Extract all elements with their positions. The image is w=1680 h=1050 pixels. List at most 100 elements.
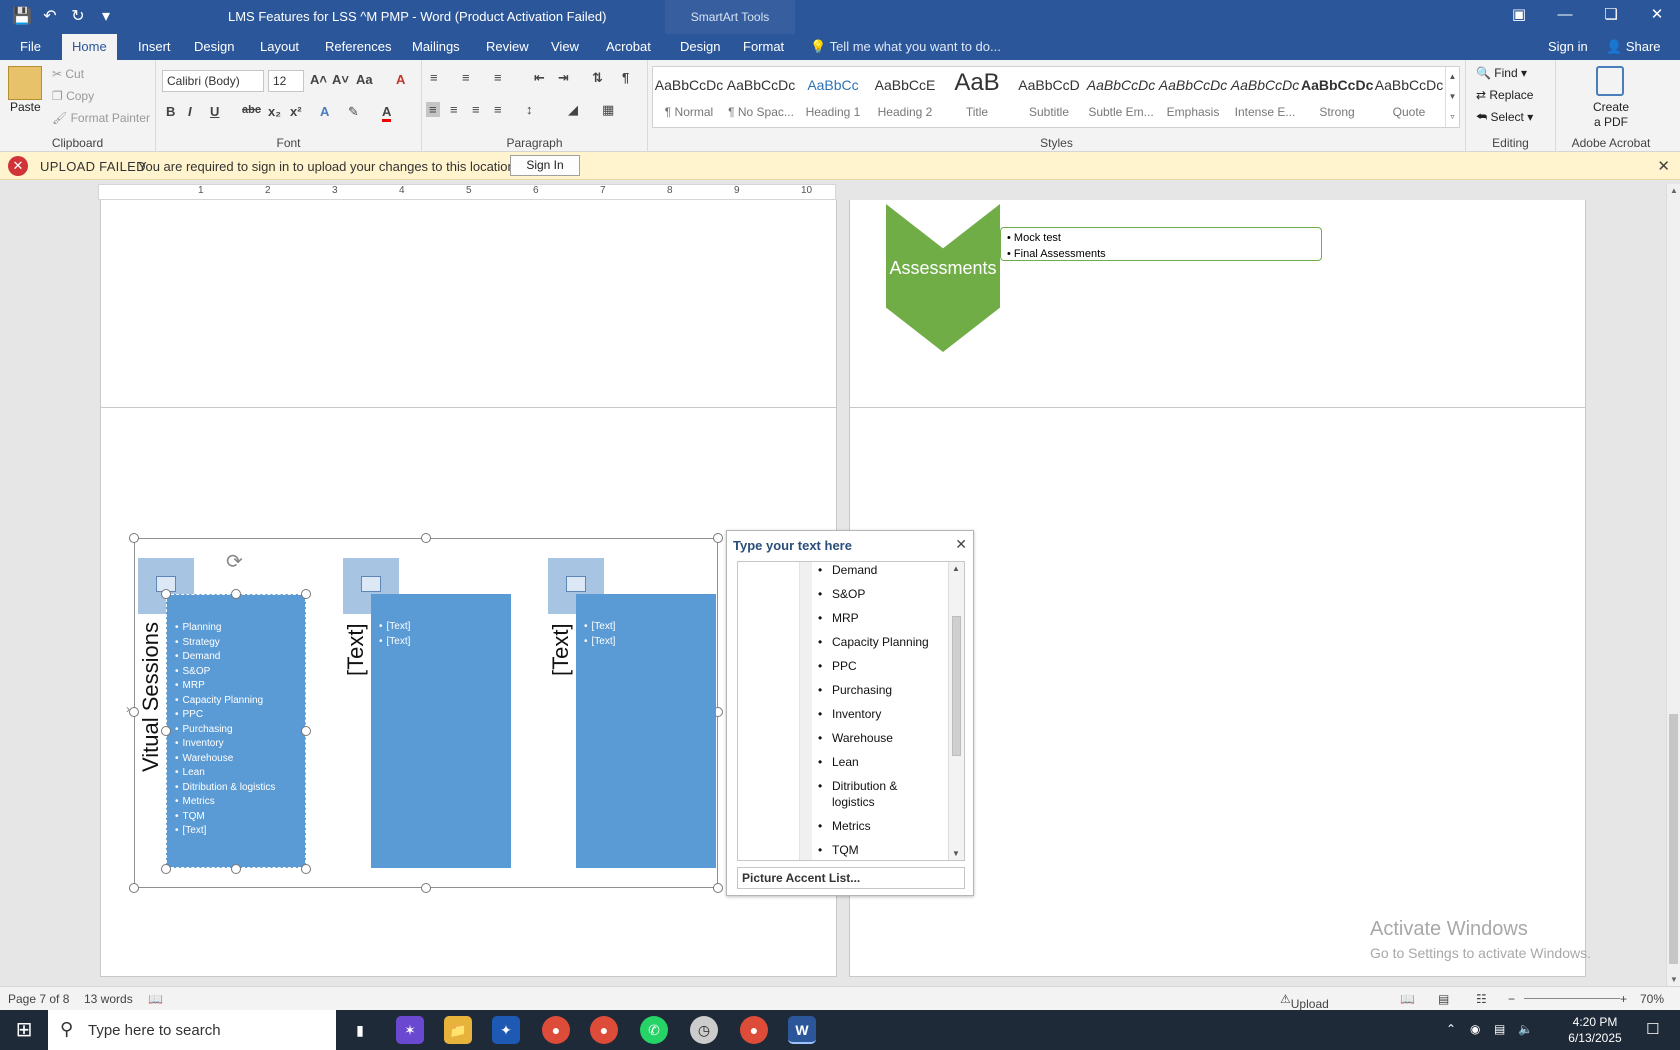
- share-button[interactable]: 👤 Share: [1606, 34, 1661, 60]
- close-message-icon[interactable]: ✕: [1657, 157, 1670, 175]
- sign-in-button[interactable]: Sign In: [510, 155, 580, 176]
- tab-home[interactable]: Home: [62, 34, 117, 60]
- task-view-icon[interactable]: ▮: [346, 1016, 374, 1044]
- list-item[interactable]: S&OP: [175, 665, 275, 680]
- list-item[interactable]: Ditribution & logistics: [818, 778, 942, 810]
- style-gallery-item[interactable]: AaBbCcDc Strong: [1301, 67, 1373, 127]
- smartart-column-body[interactable]: [Text][Text]: [371, 594, 511, 868]
- shading-icon[interactable]: ◢: [568, 102, 578, 118]
- style-gallery-item[interactable]: AaBbCcDc Intense E...: [1229, 67, 1301, 127]
- list-item[interactable]: Planning: [175, 621, 275, 636]
- style-gallery-item[interactable]: AaBbCc Heading 1: [797, 67, 869, 127]
- clear-formatting-icon[interactable]: A: [396, 72, 405, 87]
- numbering-icon[interactable]: ≡: [462, 70, 470, 85]
- assessments-bullet-box[interactable]: • Mock test • Final Assessments: [1000, 227, 1322, 261]
- redo-icon[interactable]: ↻: [66, 5, 90, 29]
- list-item[interactable]: Warehouse: [175, 752, 275, 767]
- replace-button[interactable]: ⇄ Replace: [1476, 88, 1533, 102]
- borders-icon[interactable]: ▦: [602, 102, 614, 118]
- tab-insert[interactable]: Insert: [128, 34, 181, 60]
- tray-chevron-icon[interactable]: ⌃: [1446, 1022, 1456, 1036]
- list-item[interactable]: [Text]: [584, 635, 616, 650]
- tell-me-search[interactable]: 💡 Tell me what you want to do...: [810, 34, 1001, 60]
- create-pdf-button[interactable]: Create a PDF: [1586, 100, 1636, 130]
- resize-handle[interactable]: [129, 533, 139, 543]
- word-count[interactable]: 13 words: [84, 992, 133, 1006]
- clock-app-icon[interactable]: ◷: [690, 1016, 718, 1044]
- close-text-pane-icon[interactable]: ✕: [955, 536, 967, 553]
- underline-button[interactable]: U: [210, 104, 219, 119]
- zoom-slider[interactable]: [1524, 998, 1620, 999]
- tab-design[interactable]: Design: [184, 34, 244, 60]
- increase-indent-icon[interactable]: ⇥: [558, 70, 569, 86]
- layout-name-link[interactable]: Picture Accent List...: [737, 867, 965, 889]
- sort-icon[interactable]: ⇅: [592, 70, 603, 86]
- grow-font-icon[interactable]: A˄: [310, 72, 327, 87]
- list-item[interactable]: [Text]: [175, 824, 275, 839]
- find-button[interactable]: 🔍 Find ▾: [1476, 66, 1527, 80]
- read-mode-icon[interactable]: 📖: [1400, 992, 1415, 1006]
- multilevel-list-icon[interactable]: ≡: [494, 70, 502, 85]
- font-color-icon[interactable]: A: [382, 104, 392, 122]
- ribbon-display-options-icon[interactable]: ▣: [1496, 0, 1542, 30]
- zoom-out-icon[interactable]: −: [1508, 992, 1515, 1006]
- list-item[interactable]: Lean: [175, 766, 275, 781]
- meet-icon[interactable]: ◉: [1470, 1022, 1480, 1036]
- style-gallery-item[interactable]: AaBbCcD Subtitle: [1013, 67, 1085, 127]
- file-explorer-icon[interactable]: 📁: [444, 1016, 472, 1044]
- copy-button[interactable]: ❐ Copy: [52, 89, 94, 103]
- align-right-icon[interactable]: ≡: [472, 102, 480, 117]
- tab-review[interactable]: Review: [476, 34, 539, 60]
- resize-handle[interactable]: [161, 864, 171, 874]
- font-size-combo[interactable]: 12: [268, 70, 304, 92]
- list-item[interactable]: TQM: [175, 810, 275, 825]
- web-layout-icon[interactable]: ☷: [1476, 992, 1487, 1006]
- resize-handle[interactable]: [231, 589, 241, 599]
- chrome-icon[interactable]: ●: [740, 1016, 768, 1044]
- bold-button[interactable]: B: [166, 104, 175, 119]
- text-pane-toggle-icon[interactable]: ›: [126, 702, 130, 716]
- rotate-handle-icon[interactable]: ⟳: [226, 549, 243, 574]
- scroll-up-icon[interactable]: ▲: [952, 564, 960, 573]
- taskbar-search[interactable]: ⚲ Type here to search: [48, 1010, 336, 1050]
- style-gallery-item[interactable]: AaBbCcDc ¶ No Spac...: [725, 67, 797, 127]
- cut-button[interactable]: ✂ Cut: [52, 67, 84, 81]
- undo-icon[interactable]: ↶: [38, 5, 62, 29]
- font-name-combo[interactable]: Calibri (Body): [162, 70, 264, 92]
- save-icon[interactable]: 💾: [10, 5, 34, 29]
- resize-handle[interactable]: [161, 589, 171, 599]
- zoom-level[interactable]: 70%: [1640, 992, 1664, 1006]
- italic-button[interactable]: I: [188, 104, 192, 119]
- resize-handle[interactable]: [301, 864, 311, 874]
- style-gallery-item[interactable]: AaBbCcDc Subtle Em...: [1085, 67, 1157, 127]
- align-center-icon[interactable]: ≡: [450, 102, 458, 117]
- print-layout-icon[interactable]: ▤: [1438, 992, 1449, 1006]
- show-marks-icon[interactable]: ¶: [622, 70, 629, 85]
- paste-icon[interactable]: [8, 66, 42, 100]
- smartart-column-body[interactable]: [Text][Text]: [576, 594, 716, 868]
- list-item[interactable]: Demand: [818, 562, 942, 578]
- list-item[interactable]: Inventory: [818, 706, 942, 722]
- tab-smartart-format[interactable]: Format: [733, 34, 794, 60]
- chrome-icon[interactable]: ●: [542, 1016, 570, 1044]
- resize-handle[interactable]: [301, 589, 311, 599]
- volume-icon[interactable]: 🔈: [1518, 1022, 1533, 1036]
- copilot-icon[interactable]: ✶: [396, 1016, 424, 1044]
- style-gallery-item[interactable]: AaBbCcDc Quote: [1373, 67, 1445, 127]
- text-effects-icon[interactable]: A: [320, 104, 329, 119]
- list-item[interactable]: PPC: [818, 658, 942, 674]
- subscript-button[interactable]: x₂: [268, 104, 281, 119]
- column-label-text[interactable]: [Text]: [343, 623, 369, 676]
- resize-handle[interactable]: [161, 726, 171, 736]
- smartart-column-body[interactable]: PlanningStrategyDemandS&OPMRPCapacity Pl…: [166, 594, 306, 868]
- list-item[interactable]: Metrics: [175, 795, 275, 810]
- list-item[interactable]: Warehouse: [818, 730, 942, 746]
- scroll-thumb[interactable]: [952, 616, 961, 756]
- change-case-icon[interactable]: Aa: [356, 72, 373, 87]
- list-item[interactable]: Capacity Planning: [175, 694, 275, 709]
- superscript-button[interactable]: x²: [290, 104, 302, 119]
- taskbar-clock[interactable]: 4:20 PM 6/13/2025: [1560, 1014, 1630, 1046]
- notifications-icon[interactable]: ☐: [1646, 1020, 1659, 1038]
- style-gallery-item[interactable]: AaBbCcE Heading 2: [869, 67, 941, 127]
- tab-view[interactable]: View: [541, 34, 589, 60]
